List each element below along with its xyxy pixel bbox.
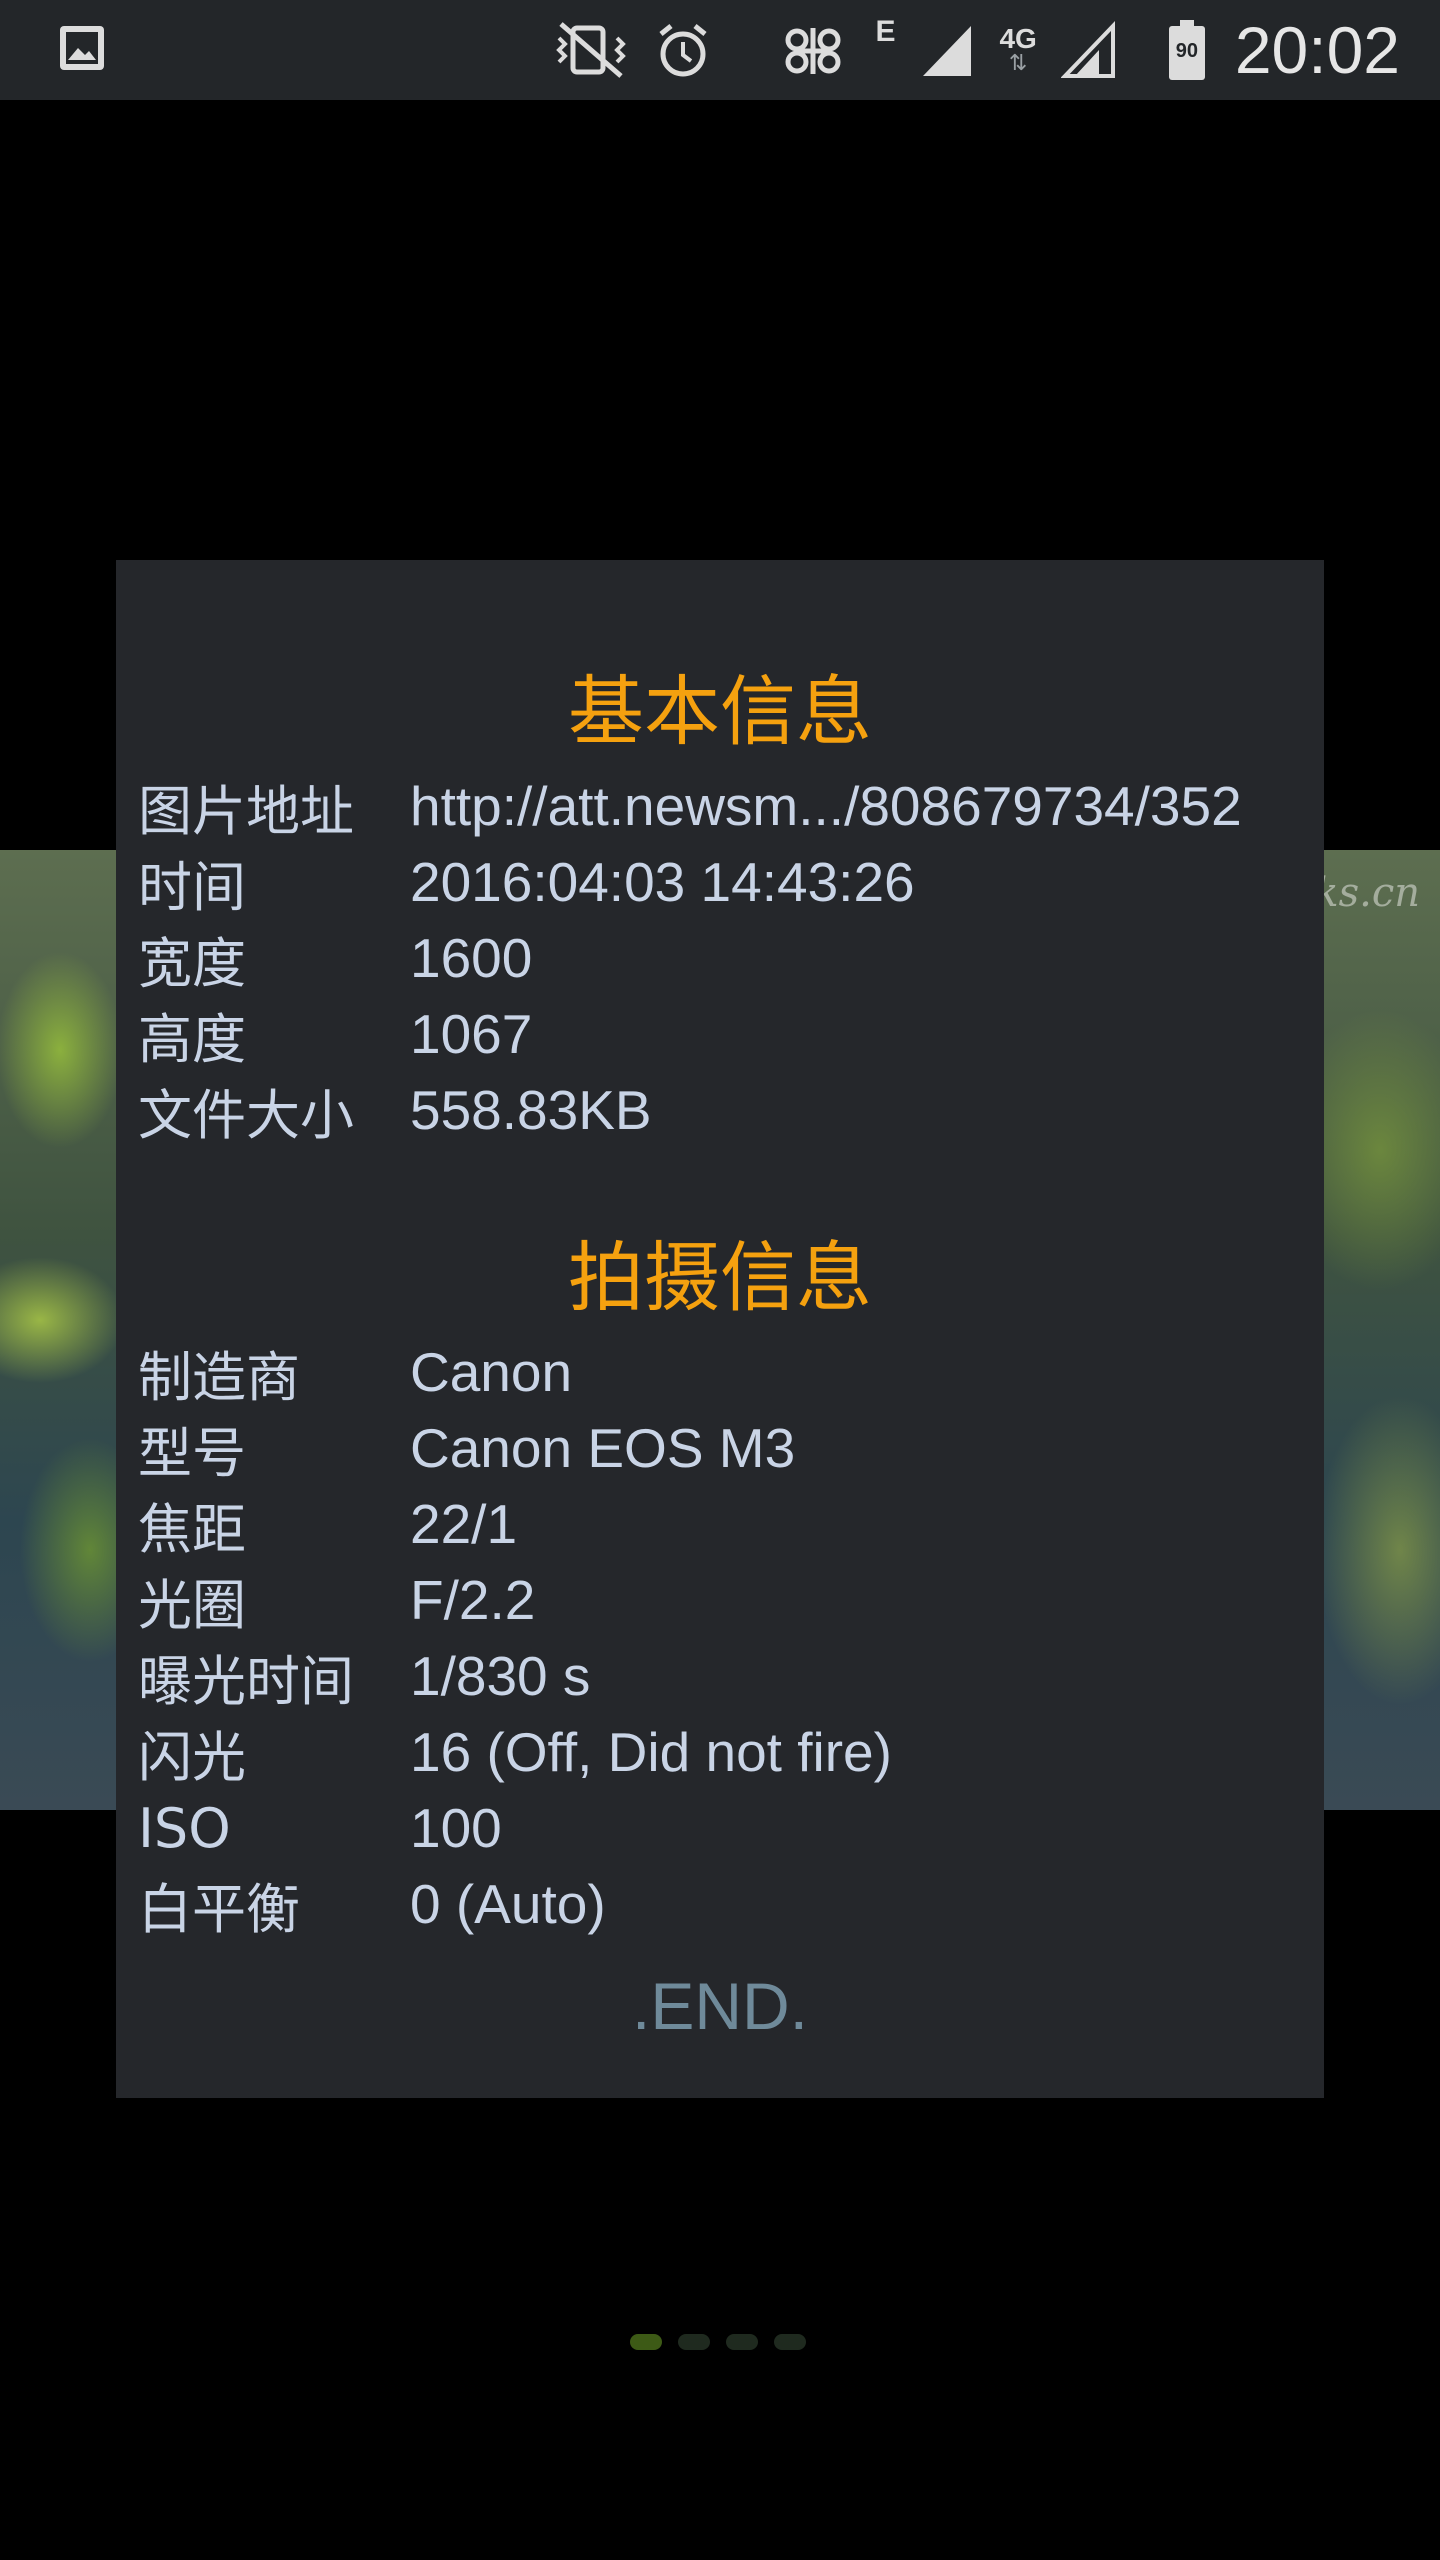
network-type-e: E	[875, 15, 896, 48]
signal-icon-2	[1060, 21, 1115, 78]
info-row-manufacturer: 制造商 Canon	[138, 1334, 572, 1410]
info-row-aperture: 光圈 F/2.2	[138, 1562, 535, 1638]
basic-info-title: 基本信息	[568, 667, 872, 756]
row-value: Canon EOS M3	[410, 1417, 796, 1479]
status-bar: E 4G ⇅ 90 20:02	[0, 0, 1440, 100]
info-row-exposure: 曝光时间 1/830 s	[138, 1638, 590, 1714]
page-dot[interactable]	[726, 2334, 758, 2350]
row-value: 1/830 s	[410, 1645, 591, 1707]
vibrate-mute-icon	[556, 22, 627, 78]
end-marker: .END.	[631, 1969, 809, 2043]
info-row-flash: 闪光 16 (Off, Did not fire)	[138, 1714, 892, 1790]
info-row-width: 宽度 1600	[138, 920, 532, 996]
row-label: ISO	[138, 1796, 231, 1860]
row-value: 1600	[410, 927, 533, 989]
alarm-icon	[659, 24, 708, 77]
shooting-info-title: 拍摄信息	[568, 1233, 872, 1322]
row-value: 100	[410, 1797, 502, 1859]
info-row-focal-length: 焦距 22/1	[138, 1486, 517, 1562]
china-unicom-icon	[785, 28, 841, 74]
info-row-height: 高度 1067	[138, 996, 532, 1072]
row-label: 曝光时间	[138, 1649, 354, 1713]
battery-icon: 90	[1168, 20, 1205, 80]
row-value: 16 (Off, Did not fire)	[410, 1721, 892, 1783]
network-4g-indicator: 4G ⇅	[999, 23, 1037, 76]
row-label: 宽度	[138, 931, 246, 995]
row-label: 制造商	[138, 1345, 300, 1409]
page-indicator	[630, 2334, 806, 2350]
row-label: 焦距	[138, 1497, 246, 1561]
row-label: 白平衡	[138, 1877, 300, 1941]
row-value: 0 (Auto)	[410, 1873, 606, 1935]
info-row-filesize: 文件大小 558.83KB	[138, 1072, 652, 1148]
battery-level: 90	[1175, 40, 1198, 62]
photo-watermark: ks.cn	[1314, 870, 1420, 916]
info-row-white-balance: 白平衡 0 (Auto)	[138, 1866, 606, 1942]
row-value: Canon	[410, 1341, 573, 1403]
row-value: http://att.newsm.../808679734/352	[410, 775, 1242, 837]
row-value: 558.83KB	[410, 1079, 652, 1141]
gallery-icon	[60, 26, 104, 70]
row-label: 时间	[138, 855, 246, 919]
row-label: 图片地址	[138, 779, 354, 843]
row-label: 文件大小	[138, 1083, 354, 1147]
row-value: 2016:04:03 14:43:26	[410, 851, 915, 913]
signal-icon	[923, 26, 972, 76]
info-row-url: 图片地址 http://att.newsm.../808679734/352	[138, 768, 1242, 844]
row-label: 高度	[138, 1007, 246, 1071]
row-value: 1067	[410, 1003, 533, 1065]
row-label: 光圈	[138, 1573, 246, 1637]
row-value: 22/1	[410, 1493, 518, 1555]
info-row-iso: ISO 100	[138, 1790, 502, 1866]
info-row-time: 时间 2016:04:03 14:43:26	[138, 844, 915, 920]
info-row-model: 型号 Canon EOS M3	[138, 1410, 795, 1486]
page-dot[interactable]	[678, 2334, 710, 2350]
row-label: 型号	[138, 1421, 246, 1485]
status-time: 20:02	[1234, 13, 1400, 87]
image-info-dialog[interactable]: 基本信息 图片地址 http://att.newsm.../808679734/…	[116, 560, 1324, 2098]
page-dot[interactable]	[774, 2334, 806, 2350]
row-label: 闪光	[138, 1725, 246, 1789]
row-value: F/2.2	[410, 1569, 536, 1631]
page-dot-active[interactable]	[630, 2334, 662, 2350]
